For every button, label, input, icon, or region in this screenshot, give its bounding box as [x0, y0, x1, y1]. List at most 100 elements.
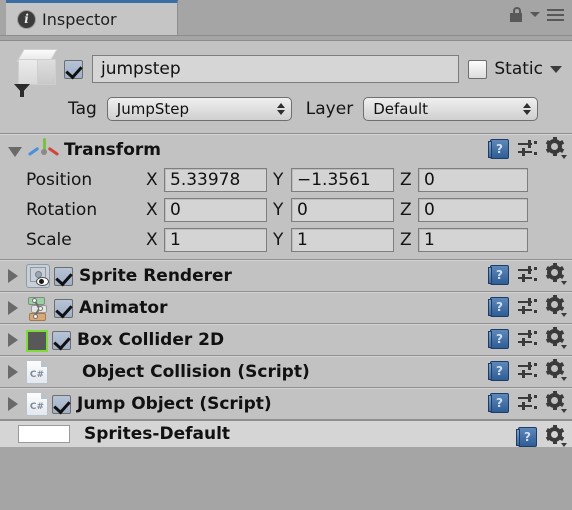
- tag-dropdown[interactable]: JumpStep: [106, 97, 292, 121]
- box-collider-2d-enabled-checkbox[interactable]: [52, 330, 71, 350]
- gear-icon[interactable]: [545, 295, 567, 317]
- jump-object-header[interactable]: C# Jump Object (Script): [0, 389, 572, 419]
- foldout-arrow-icon[interactable]: [8, 269, 18, 283]
- rotation-label: Rotation: [26, 200, 98, 220]
- info-icon: i: [18, 10, 35, 28]
- tag-label: Tag: [68, 99, 97, 119]
- help-book-icon[interactable]: [516, 427, 537, 447]
- object-collision-header[interactable]: C# Object Collision (Script): [0, 357, 572, 387]
- transform-row-scale: Scale X 1 Y 1 Z 1: [0, 225, 572, 255]
- sprite-renderer-title: Sprite Renderer: [79, 266, 232, 286]
- axis-label-y: Y: [273, 230, 284, 250]
- sprite-renderer-icon: [26, 264, 50, 288]
- foldout-arrow-icon[interactable]: [8, 146, 22, 157]
- static-checkbox[interactable]: [468, 59, 488, 79]
- axis-label-x: X: [146, 200, 158, 220]
- jump-object-enabled-checkbox[interactable]: [52, 394, 71, 414]
- gear-icon[interactable]: [545, 359, 567, 381]
- csharp-script-icon: C#: [26, 392, 48, 416]
- tab-bar: i Inspector: [0, 0, 572, 35]
- component-jump-object-script: C# Jump Object (Script): [0, 388, 572, 420]
- foldout-arrow-icon[interactable]: [8, 301, 18, 315]
- animator-title: Animator: [79, 298, 168, 318]
- jump-object-title: Jump Object (Script): [77, 394, 272, 414]
- lock-open-icon[interactable]: [509, 7, 523, 22]
- material-preview-swatch: [18, 425, 70, 443]
- gear-icon[interactable]: [545, 425, 567, 447]
- animator-enabled-checkbox[interactable]: [54, 298, 73, 318]
- preset-sliders-icon[interactable]: [518, 266, 537, 284]
- help-book-icon[interactable]: [488, 393, 509, 413]
- preset-sliders-icon[interactable]: [518, 394, 537, 412]
- scale-z-input[interactable]: 1: [418, 228, 528, 252]
- inspector-window: i Inspector jumpstep Static Tag JumpStep…: [0, 0, 572, 510]
- axis-label-y: Y: [273, 200, 284, 220]
- transform-axis-gizmo-icon: [27, 138, 60, 162]
- transform-row-position: Position X 5.33978 Y −1.3561 Z 0: [0, 165, 572, 195]
- layer-value: Default: [373, 100, 428, 118]
- foldout-arrow-icon[interactable]: [8, 365, 18, 379]
- transform-header[interactable]: Transform: [0, 135, 572, 165]
- component-box-collider-2d: Box Collider 2D: [0, 324, 572, 356]
- animator-icon: [26, 296, 50, 321]
- scale-y-input[interactable]: 1: [291, 228, 394, 252]
- hamburger-menu-icon[interactable]: [547, 8, 564, 21]
- object-collision-title: Object Collision (Script): [82, 362, 310, 382]
- position-z-input[interactable]: 0: [418, 168, 528, 192]
- static-dropdown-icon[interactable]: [550, 65, 562, 73]
- position-y-input[interactable]: −1.3561: [291, 168, 394, 192]
- axis-label-z: Z: [400, 230, 412, 250]
- rotation-x-input[interactable]: 0: [164, 198, 267, 222]
- box-collider-2d-icon: [26, 329, 48, 352]
- rotation-y-input[interactable]: 0: [291, 198, 394, 222]
- gameobject-name-input[interactable]: jumpstep: [92, 55, 460, 83]
- sprite-renderer-header[interactable]: Sprite Renderer: [0, 261, 572, 291]
- preset-sliders-icon[interactable]: [518, 298, 537, 316]
- animator-header[interactable]: Animator: [0, 293, 572, 323]
- gear-icon[interactable]: [545, 137, 567, 159]
- component-sprite-renderer: Sprite Renderer: [0, 260, 572, 292]
- component-object-collision-script: C# Object Collision (Script): [0, 356, 572, 388]
- component-animator: Animator: [0, 292, 572, 324]
- foldout-arrow-icon[interactable]: [8, 333, 18, 347]
- gear-icon[interactable]: [545, 263, 567, 285]
- tab-bar-controls: [509, 7, 564, 22]
- position-x-input[interactable]: 5.33978: [164, 168, 267, 192]
- scale-label: Scale: [26, 230, 72, 250]
- preset-sliders-icon[interactable]: [518, 140, 537, 158]
- box-collider-2d-title: Box Collider 2D: [77, 330, 225, 350]
- transform-row-rotation: Rotation X 0 Y 0 Z 0: [0, 195, 572, 225]
- box-collider-2d-header[interactable]: Box Collider 2D: [0, 325, 572, 355]
- gameobject-active-checkbox[interactable]: [64, 59, 83, 79]
- position-label: Position: [26, 170, 93, 190]
- help-book-icon[interactable]: [488, 361, 509, 381]
- layer-dropdown[interactable]: Default: [363, 97, 539, 121]
- transform-header-icons: [488, 137, 567, 159]
- tag-value: JumpStep: [116, 100, 189, 118]
- axis-label-x: X: [146, 170, 158, 190]
- chevron-down-icon[interactable]: [530, 12, 540, 17]
- scale-x-input[interactable]: 1: [164, 228, 267, 252]
- tab-inspector-label: Inspector: [42, 9, 117, 29]
- cube-prefab-icon[interactable]: [12, 45, 64, 97]
- help-book-icon[interactable]: [488, 265, 509, 285]
- help-book-icon[interactable]: [488, 297, 509, 317]
- gear-icon[interactable]: [545, 391, 567, 413]
- axis-label-z: Z: [400, 170, 412, 190]
- material-label: Sprites-Default: [84, 424, 231, 444]
- axis-label-x: X: [146, 230, 158, 250]
- preset-sliders-icon[interactable]: [518, 362, 537, 380]
- gameobject-header: jumpstep Static Tag JumpStep Layer Defau…: [0, 41, 572, 134]
- preset-sliders-icon[interactable]: [518, 330, 537, 348]
- tab-inspector[interactable]: i Inspector: [6, 0, 178, 35]
- rotation-z-input[interactable]: 0: [418, 198, 528, 222]
- static-label: Static: [494, 59, 543, 79]
- help-book-icon[interactable]: [488, 139, 509, 159]
- help-book-icon[interactable]: [488, 329, 509, 349]
- sprite-renderer-enabled-checkbox[interactable]: [54, 266, 73, 286]
- gear-icon[interactable]: [545, 327, 567, 349]
- material-row-sprites-default[interactable]: Sprites-Default: [0, 420, 572, 447]
- foldout-arrow-icon[interactable]: [8, 397, 18, 411]
- axis-label-z: Z: [400, 200, 412, 220]
- component-transform: Transform Position X 5.33978 Y −1.3561 Z…: [0, 134, 572, 260]
